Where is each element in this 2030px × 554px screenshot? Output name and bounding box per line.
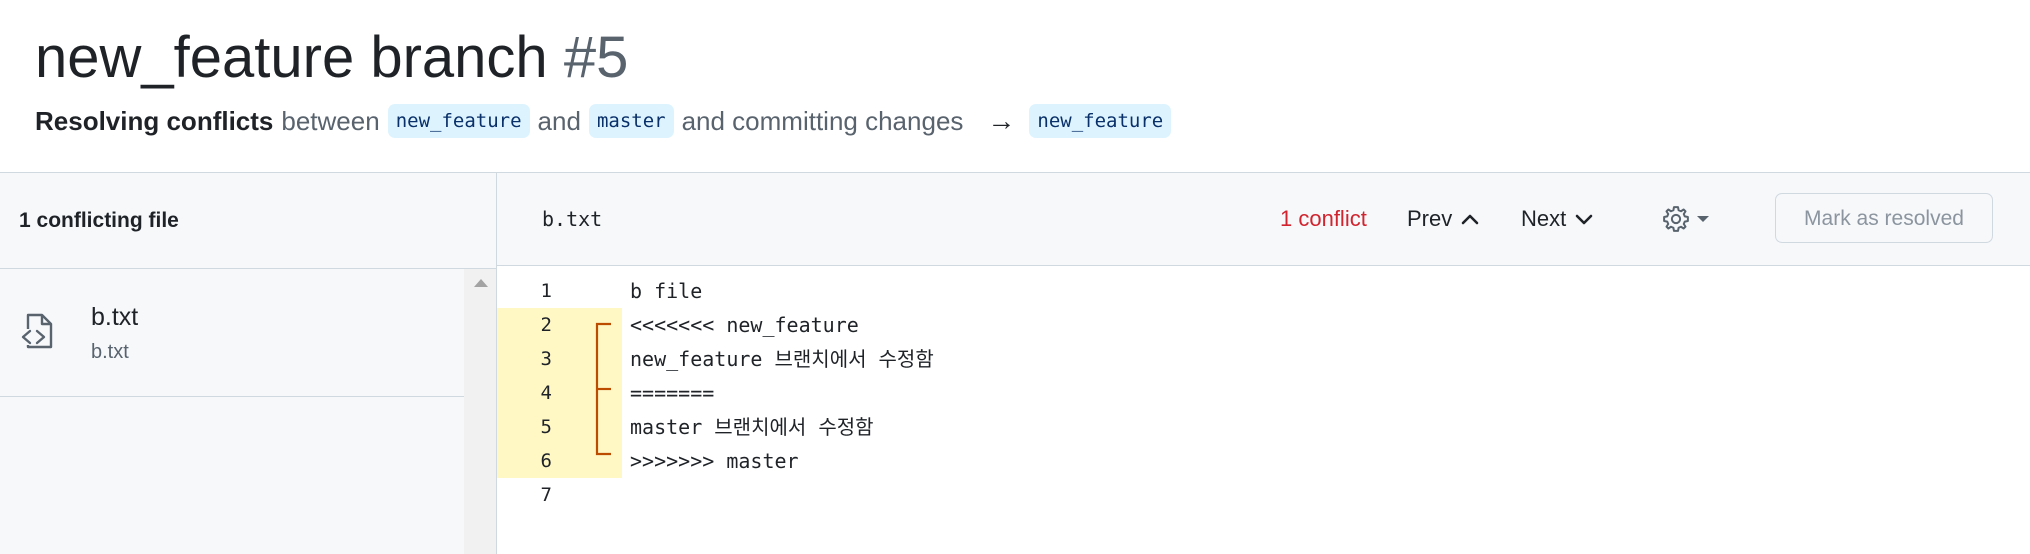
prev-conflict-button[interactable]: Prev [1407,173,1480,265]
file-name: b.txt [91,303,139,331]
subtitle-committing: and committing changes [681,106,964,136]
line-content[interactable]: ======= [630,376,714,410]
subtitle-and: and [537,106,581,136]
line-content[interactable]: <<<<<<< new_feature [630,308,859,342]
file-list: b.txt b.txt [0,269,464,554]
conflicting-file-count: 1 conflicting file [19,209,179,232]
next-conflict-button[interactable]: Next [1521,173,1594,265]
head-branch-label[interactable]: new_feature [387,104,530,138]
code-line: 3 new_feature 브랜치에서 수정함 [497,342,2030,376]
subtitle-between: between [281,106,380,136]
code-line: 5 master 브랜치에서 수정함 [497,410,2030,444]
conflict-editor[interactable]: 1 b file 2 <<<<<<< new_feature 3 new_fea… [497,266,2030,554]
line-content[interactable]: b file [630,274,702,308]
base-branch-label[interactable]: master [588,104,674,138]
line-number: 7 [540,484,552,506]
editor-filename: b.txt [542,207,603,231]
arrow-right-icon: → [987,105,1016,136]
scroll-up-arrow-icon[interactable] [474,279,488,287]
line-content[interactable]: new_feature 브랜치에서 수정함 [630,342,934,376]
prev-label: Prev [1407,206,1453,231]
file-item-b-txt[interactable]: b.txt b.txt [0,269,464,397]
page-header: new_feature branch #5 Resolving conflict… [0,0,2030,172]
line-content[interactable]: >>>>>>> master [630,444,799,478]
code-line: 7 [497,478,2030,512]
file-code-icon [21,313,53,349]
code-line: 6 >>>>>>> master [497,444,2030,478]
editor-toolbar: b.txt 1 conflict Prev Next Mark as resol… [497,173,2030,266]
target-branch-label[interactable]: new_feature [1029,104,1172,138]
gear-icon [1663,206,1689,232]
conflict-marker-bracket [595,322,611,456]
mark-as-resolved-button[interactable]: Mark as resolved [1775,193,1993,243]
chevron-down-icon [1575,214,1593,225]
pr-number: #5 [563,25,629,90]
page-subtitle: Resolving conflicts between new_feature … [35,102,1172,140]
code-line: 2 <<<<<<< new_feature [497,308,2030,342]
subtitle-strong: Resolving conflicts [35,106,274,136]
caret-down-icon [1697,216,1709,222]
pr-title: new_feature branch [35,25,548,90]
line-number: 1 [540,280,552,302]
code-line: 4 ======= [497,376,2030,410]
sidebar-scrollbar[interactable] [464,269,496,554]
line-content[interactable]: master 브랜치에서 수정함 [630,410,874,444]
conflict-count: 1 conflict [1280,206,1367,231]
file-path: b.txt [91,341,129,363]
sidebar-header: 1 conflicting file [0,173,496,269]
page-title: new_feature branch #5 [35,22,628,94]
editor-settings-button[interactable] [1661,203,1717,235]
next-label: Next [1521,206,1567,231]
code-line: 1 b file [497,274,2030,308]
conflict-file-sidebar: 1 conflicting file b.txt b.txt [0,173,497,554]
chevron-up-icon [1461,214,1479,225]
